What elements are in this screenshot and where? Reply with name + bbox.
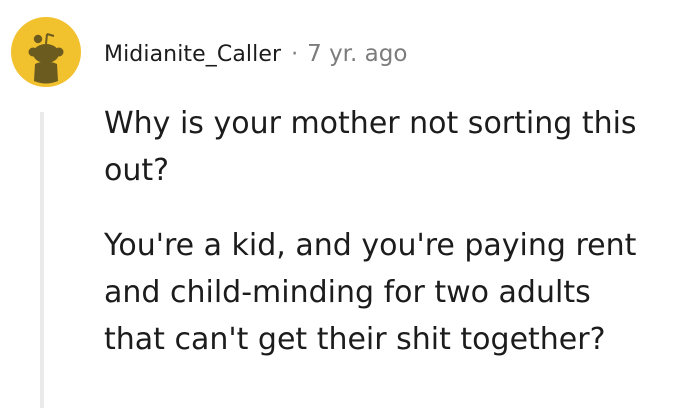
comment-text-line: Why is your mother not sorting this xyxy=(104,106,637,141)
comment-text-line: out? xyxy=(104,153,170,188)
meta-separator: · xyxy=(291,41,299,67)
comment-text-line: that can't get their shit together? xyxy=(104,322,606,357)
thread-line[interactable] xyxy=(40,112,44,408)
comment-paragraph: Why is your mother not sorting this out? xyxy=(104,100,696,194)
comment-text-line: You're a kid, and you're paying rent xyxy=(104,228,637,263)
reddit-snoo-avatar-icon[interactable] xyxy=(11,17,81,87)
comment-body: Why is your mother not sorting this out?… xyxy=(104,100,696,363)
author-username[interactable]: Midianite_Caller xyxy=(104,42,281,67)
comment-header: Midianite_Caller · 7 yr. ago xyxy=(104,36,407,72)
comment-text-line: and child-minding for two adults xyxy=(104,275,591,310)
comment: Midianite_Caller · 7 yr. ago Why is your… xyxy=(0,0,700,408)
comment-age[interactable]: 7 yr. ago xyxy=(307,41,407,67)
comment-paragraph: You're a kid, and you're paying rent and… xyxy=(104,222,696,363)
